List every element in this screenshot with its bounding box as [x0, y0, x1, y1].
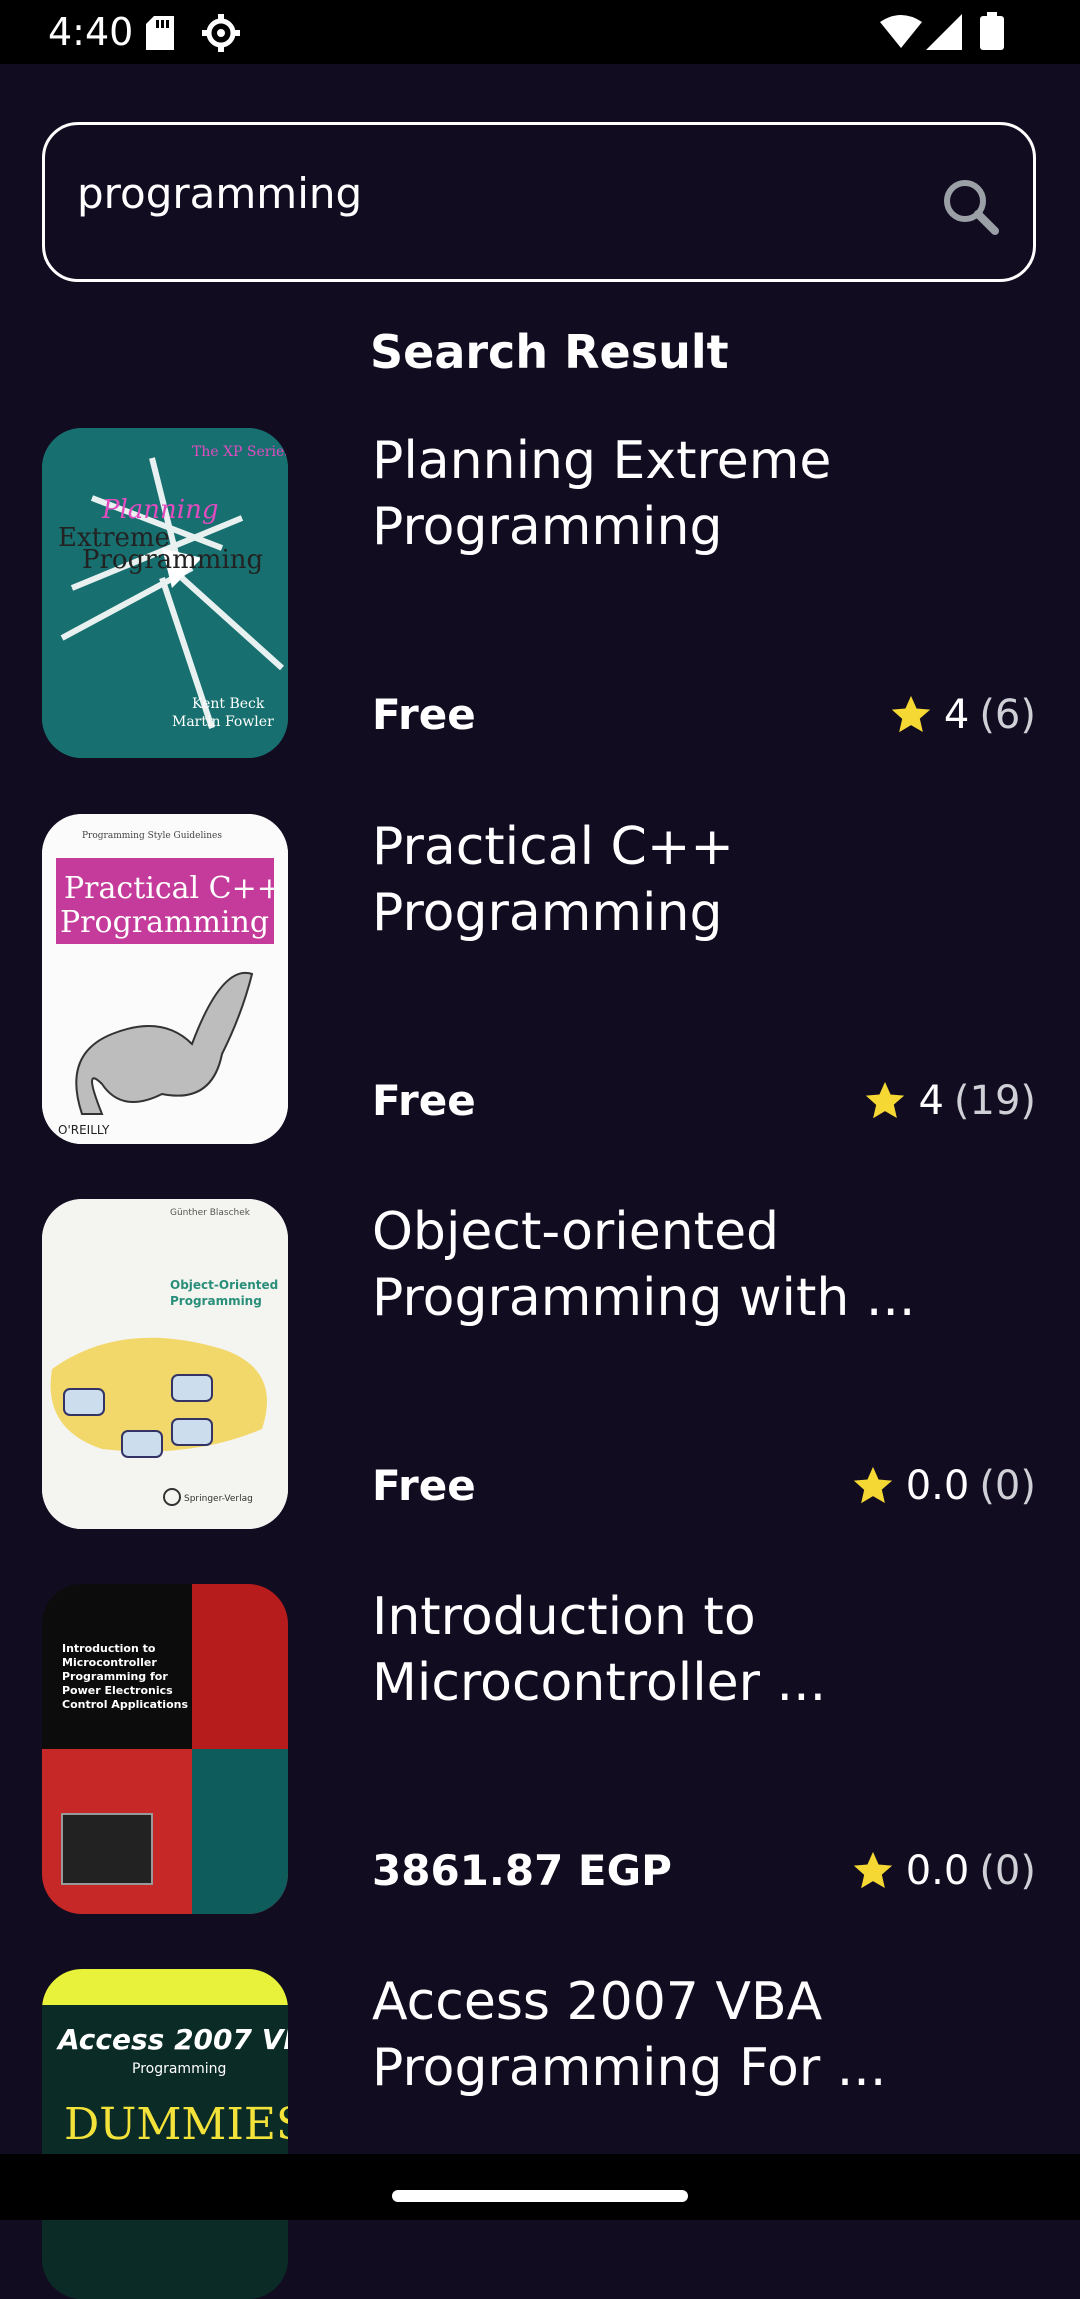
sd-card-icon: [146, 16, 174, 50]
svg-text:Springer-Verlag: Springer-Verlag: [184, 1494, 253, 1504]
book-rating: 4 (6): [888, 692, 1036, 738]
rating-count: (6): [979, 692, 1036, 738]
result-item[interactable]: Günther Blaschek Object-Oriented Program…: [0, 1199, 1080, 1529]
star-icon: [853, 1851, 892, 1889]
search-input[interactable]: programming: [77, 169, 362, 218]
signal-icon: [926, 14, 962, 50]
result-item[interactable]: Access 2007 VBA Programming DUMMIES Acce…: [0, 1969, 1080, 2299]
svg-text:Programming: Programming: [132, 2061, 226, 2077]
star-icon: [866, 1081, 905, 1119]
cover-series-text: The XP Series: [192, 444, 288, 460]
star-icon: [891, 695, 931, 733]
book-title[interactable]: Access 2007 VBA Programming For ...: [372, 1969, 1032, 2101]
book-price: Free: [372, 1461, 476, 1510]
result-item[interactable]: Programming Style Guidelines Practical C…: [0, 814, 1080, 1144]
star-icon: [853, 1466, 892, 1504]
book-rating: 0.0 (0): [850, 1463, 1036, 1509]
book-price: Free: [372, 690, 476, 739]
result-item[interactable]: The XP Series Planning Extreme Programmi…: [0, 428, 1080, 758]
book-cover-image[interactable]: Günther Blaschek Object-Oriented Program…: [42, 1199, 288, 1529]
book-title[interactable]: Object-oriented Programming with ...: [372, 1199, 1032, 1331]
book-title[interactable]: Introduction to Microcontroller ...: [372, 1584, 1032, 1716]
svg-text:DUMMIES: DUMMIES: [64, 2099, 288, 2150]
search-result-heading: Search Result: [370, 325, 729, 379]
book-price: 3861.87 EGP: [372, 1846, 672, 1895]
book-cover-image[interactable]: Programming Style Guidelines Practical C…: [42, 814, 288, 1144]
svg-text:Introduction to: Introduction to: [62, 1642, 156, 1655]
book-title[interactable]: Practical C++ Programming: [372, 814, 1032, 946]
book-price: Free: [372, 1076, 476, 1125]
status-bar: 4:40: [0, 0, 1080, 64]
rating-value: 0.0: [905, 1848, 970, 1894]
status-time: 4:40: [48, 10, 134, 54]
home-gesture-handle[interactable]: [392, 2190, 688, 2202]
rating-value: 4: [918, 1078, 944, 1124]
book-rating: 4 (19): [862, 1078, 1036, 1124]
book-cover-image[interactable]: Introduction to Microcontroller Programm…: [42, 1584, 288, 1914]
svg-text:Programming: Programming: [60, 905, 269, 940]
wifi-icon: [880, 15, 922, 48]
rating-count: (0): [979, 1463, 1036, 1509]
svg-text:Programming Style Guidelines: Programming Style Guidelines: [82, 831, 222, 841]
book-cover-image[interactable]: Access 2007 VBA Programming DUMMIES: [42, 1969, 288, 2299]
svg-text:Planning: Planning: [101, 495, 219, 525]
svg-text:Martin Fowler: Martin Fowler: [172, 714, 274, 730]
navigation-bar: [0, 2154, 1080, 2220]
settings-gear-icon: [202, 14, 240, 52]
svg-text:Power Electronics: Power Electronics: [62, 1684, 173, 1697]
svg-text:Programming: Programming: [82, 545, 263, 575]
book-title[interactable]: Planning Extreme Programming: [372, 428, 1032, 560]
svg-text:Günther Blaschek: Günther Blaschek: [170, 1208, 251, 1218]
svg-text:Practical C++: Practical C++: [64, 871, 282, 906]
svg-text:Kent Beck: Kent Beck: [192, 696, 265, 712]
result-item[interactable]: Introduction to Microcontroller Programm…: [0, 1584, 1080, 1914]
svg-text:Access 2007 VBA: Access 2007 VBA: [56, 2023, 288, 2056]
svg-text:Control Applications: Control Applications: [62, 1698, 188, 1711]
search-field[interactable]: programming: [42, 122, 1036, 282]
rating-count: (0): [979, 1848, 1036, 1894]
search-icon[interactable]: [941, 177, 999, 235]
svg-text:Object-Oriented: Object-Oriented: [170, 1278, 278, 1292]
rating-value: 4: [943, 692, 970, 738]
svg-text:Programming: Programming: [170, 1294, 262, 1308]
book-cover-image[interactable]: The XP Series Planning Extreme Programmi…: [42, 428, 288, 758]
svg-text:O'REILLY: O'REILLY: [58, 1123, 110, 1137]
book-rating: 0.0 (0): [850, 1848, 1036, 1894]
svg-text:Microcontroller: Microcontroller: [62, 1656, 157, 1669]
svg-text:Programming for: Programming for: [62, 1670, 168, 1683]
battery-icon: [980, 12, 1004, 50]
rating-value: 0.0: [905, 1463, 970, 1509]
rating-count: (19): [953, 1078, 1036, 1124]
